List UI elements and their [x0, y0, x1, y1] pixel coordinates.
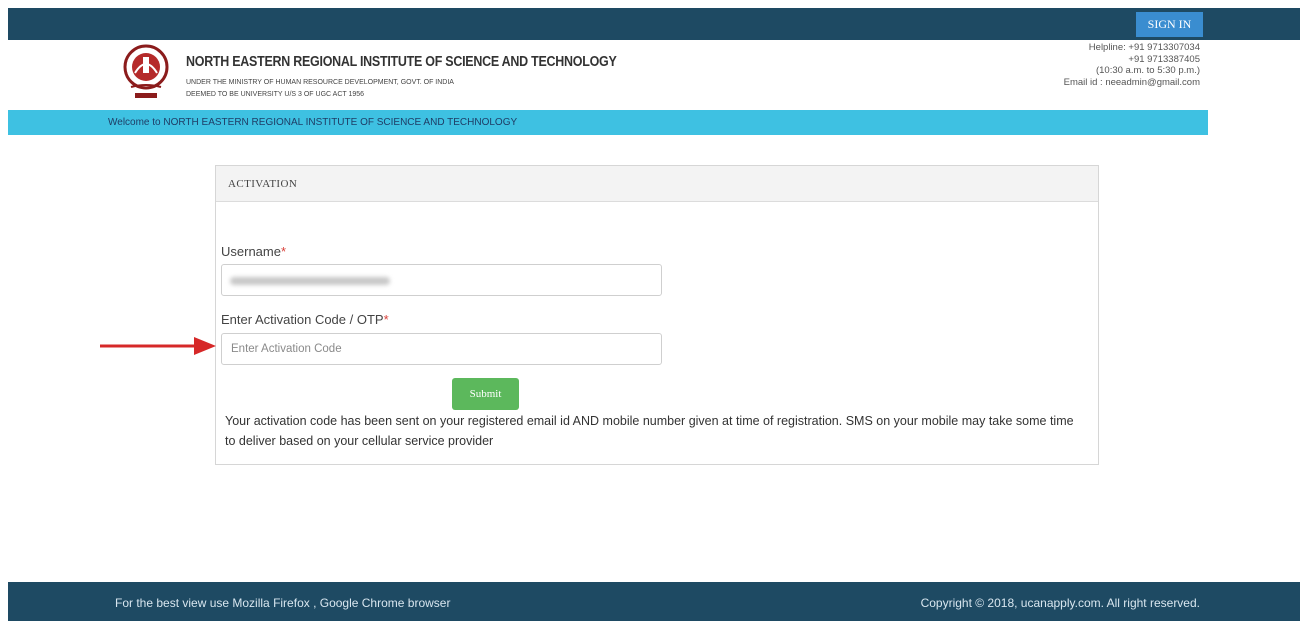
- panel-title: ACTIVATION: [228, 178, 298, 190]
- site-footer: For the best view use Mozilla Firefox , …: [8, 582, 1300, 621]
- sign-in-button[interactable]: SIGN IN: [1136, 12, 1203, 37]
- helpline-1: Helpline: +91 9713307034: [1088, 42, 1200, 53]
- username-label: Username*: [221, 244, 287, 259]
- blurred-username-value: [230, 277, 390, 285]
- submit-button[interactable]: Submit: [452, 378, 519, 410]
- institute-name: NORTH EASTERN REGIONAL INSTITUTE OF SCIE…: [186, 54, 617, 70]
- welcome-bar: Welcome to NORTH EASTERN REGIONAL INSTIT…: [8, 110, 1208, 135]
- activation-notice: Your activation code has been sent on yo…: [225, 414, 1074, 448]
- helpline-2: +91 9713387405: [1128, 53, 1200, 65]
- contact-info: Helpline: +91 9713307034 +91 9713387405 …: [1064, 42, 1200, 88]
- activation-code-input[interactable]: Enter Activation Code: [221, 333, 662, 365]
- institute-subtitle-deemed: DEEMED TO BE UNIVERSITY U/S 3 OF UGC ACT…: [186, 91, 365, 98]
- copyright-text: Copyright © 2018, ucanapply.com. All rig…: [920, 596, 1200, 610]
- welcome-text: Welcome to NORTH EASTERN REGIONAL INSTIT…: [108, 117, 518, 128]
- browser-note: For the best view use Mozilla Firefox , …: [115, 596, 451, 610]
- activation-panel: ACTIVATION Username* Enter Activation Co…: [215, 165, 1099, 465]
- required-mark: *: [280, 244, 287, 259]
- institute-logo: [123, 44, 169, 98]
- helpline-hours: (10:30 a.m. to 5:30 p.m.): [1095, 65, 1200, 76]
- red-arrow-icon: [100, 337, 216, 355]
- required-mark: *: [383, 312, 389, 327]
- site-header: NORTH EASTERN REGIONAL INSTITUTE OF SCIE…: [8, 40, 1300, 110]
- contact-email[interactable]: Email id : neeadmin@gmail.com: [1064, 77, 1200, 89]
- activation-code-label: Enter Activation Code / OTP*: [221, 312, 389, 327]
- activation-code-placeholder: Enter Activation Code: [231, 343, 342, 355]
- top-bar: SIGN IN: [8, 8, 1300, 40]
- institute-subtitle-ministry: UNDER THE MINISTRY OF HUMAN RESOURCE DEV…: [186, 79, 454, 86]
- username-field[interactable]: [221, 264, 662, 296]
- panel-header: ACTIVATION: [216, 166, 1098, 202]
